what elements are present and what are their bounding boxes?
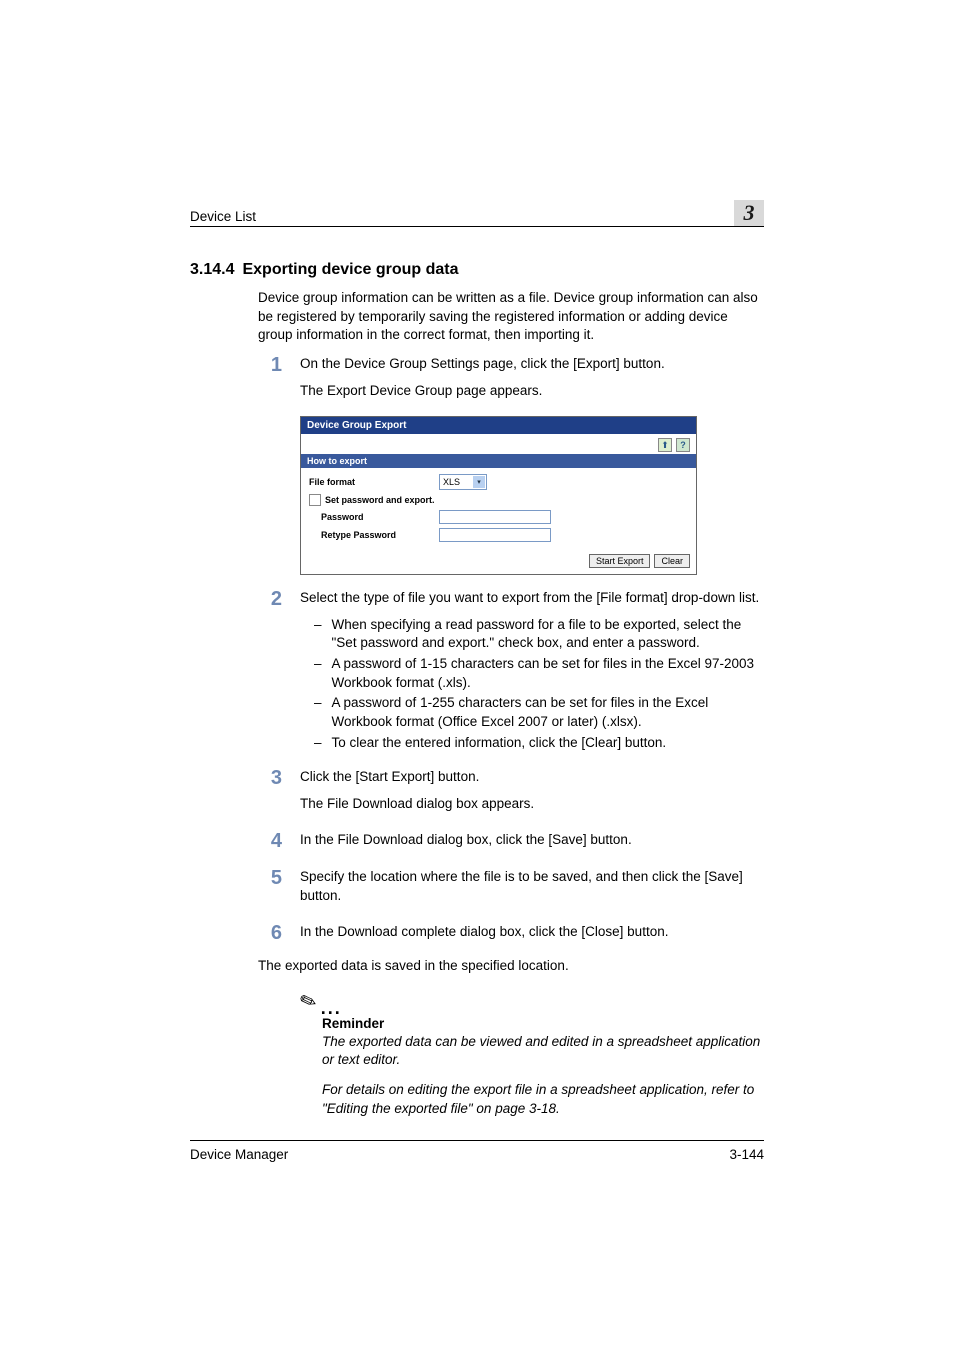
step-number: 2 bbox=[258, 589, 282, 758]
sub-item: A password of 1-15 characters can be set… bbox=[332, 655, 764, 692]
step-number: 3 bbox=[258, 768, 282, 821]
dash-bullet: – bbox=[314, 734, 322, 753]
set-password-checkbox[interactable] bbox=[309, 494, 321, 506]
up-icon[interactable]: ⬆ bbox=[658, 438, 672, 452]
dash-bullet: – bbox=[314, 694, 322, 731]
step-number: 5 bbox=[258, 868, 282, 913]
password-input[interactable] bbox=[439, 510, 551, 524]
step-2: 2 Select the type of file you want to ex… bbox=[258, 589, 764, 758]
step-1: 1 On the Device Group Settings page, cli… bbox=[258, 355, 764, 408]
step-text: Select the type of file you want to expo… bbox=[300, 589, 764, 608]
intro-paragraph: Device group information can be written … bbox=[258, 289, 764, 345]
note-icon: ✎ bbox=[296, 987, 320, 1016]
sub-item: A password of 1-255 characters can be se… bbox=[332, 694, 764, 731]
help-icon[interactable]: ? bbox=[676, 438, 690, 452]
page-footer: Device Manager 3-144 bbox=[190, 1140, 764, 1162]
step-number: 1 bbox=[258, 355, 282, 408]
dash-bullet: – bbox=[314, 616, 322, 653]
dialog-title: Device Group Export bbox=[301, 417, 696, 434]
label-retype-password: Retype Password bbox=[309, 530, 439, 540]
ellipsis-icon: ... bbox=[321, 1003, 342, 1014]
section-title: Exporting device group data bbox=[242, 261, 458, 279]
step-text: The Export Device Group page appears. bbox=[300, 382, 764, 401]
section-number: 3.14.4 bbox=[190, 261, 234, 279]
dash-bullet: – bbox=[314, 655, 322, 692]
step-5: 5 Specify the location where the file is… bbox=[258, 868, 764, 913]
retype-password-input[interactable] bbox=[439, 528, 551, 542]
label-password: Password bbox=[309, 512, 439, 522]
step-text: The File Download dialog box appears. bbox=[300, 795, 764, 814]
sub-list: –When specifying a read password for a f… bbox=[314, 616, 764, 752]
step-text: On the Device Group Settings page, click… bbox=[300, 355, 764, 374]
clear-button[interactable]: Clear bbox=[654, 554, 690, 568]
reminder-text: For details on editing the export file i… bbox=[322, 1081, 764, 1117]
file-format-select[interactable]: XLS ▾ bbox=[439, 474, 487, 490]
step-text: In the Download complete dialog box, cli… bbox=[300, 923, 764, 942]
embedded-screenshot: Device Group Export ⬆ ? How to export Fi… bbox=[300, 416, 697, 575]
page: Device List 3 3.14.4 Exporting device gr… bbox=[0, 0, 954, 1350]
reminder-block: ✎ ... Reminder The exported data can be … bbox=[300, 989, 764, 1118]
chapter-number: 3 bbox=[734, 200, 764, 226]
step-text: Click the [Start Export] button. bbox=[300, 768, 764, 787]
section-heading: 3.14.4 Exporting device group data bbox=[190, 261, 764, 279]
reminder-text: The exported data can be viewed and edit… bbox=[322, 1033, 764, 1069]
section-bar: How to export bbox=[301, 454, 696, 468]
sub-item: When specifying a read password for a fi… bbox=[332, 616, 764, 653]
page-header: Device List 3 bbox=[190, 200, 764, 227]
step-text: In the File Download dialog box, click t… bbox=[300, 831, 764, 850]
dialog-toolbar: ⬆ ? bbox=[301, 434, 696, 454]
reminder-heading: Reminder bbox=[322, 1016, 764, 1031]
label-file-format: File format bbox=[309, 477, 439, 487]
step-3: 3 Click the [Start Export] button. The F… bbox=[258, 768, 764, 821]
closing-text: The exported data is saved in the specif… bbox=[258, 958, 764, 973]
step-text: Specify the location where the file is t… bbox=[300, 868, 764, 905]
header-left: Device List bbox=[190, 209, 256, 224]
step-number: 6 bbox=[258, 923, 282, 950]
step-number: 4 bbox=[258, 831, 282, 858]
step-4: 4 In the File Download dialog box, click… bbox=[258, 831, 764, 858]
chevron-down-icon: ▾ bbox=[473, 476, 485, 488]
footer-left: Device Manager bbox=[190, 1147, 288, 1162]
footer-right: 3-144 bbox=[729, 1147, 764, 1162]
sub-item: To clear the entered information, click … bbox=[332, 734, 667, 753]
select-value: XLS bbox=[443, 477, 460, 487]
start-export-button[interactable]: Start Export bbox=[589, 554, 651, 568]
step-6: 6 In the Download complete dialog box, c… bbox=[258, 923, 764, 950]
label-set-password: Set password and export. bbox=[325, 495, 435, 505]
